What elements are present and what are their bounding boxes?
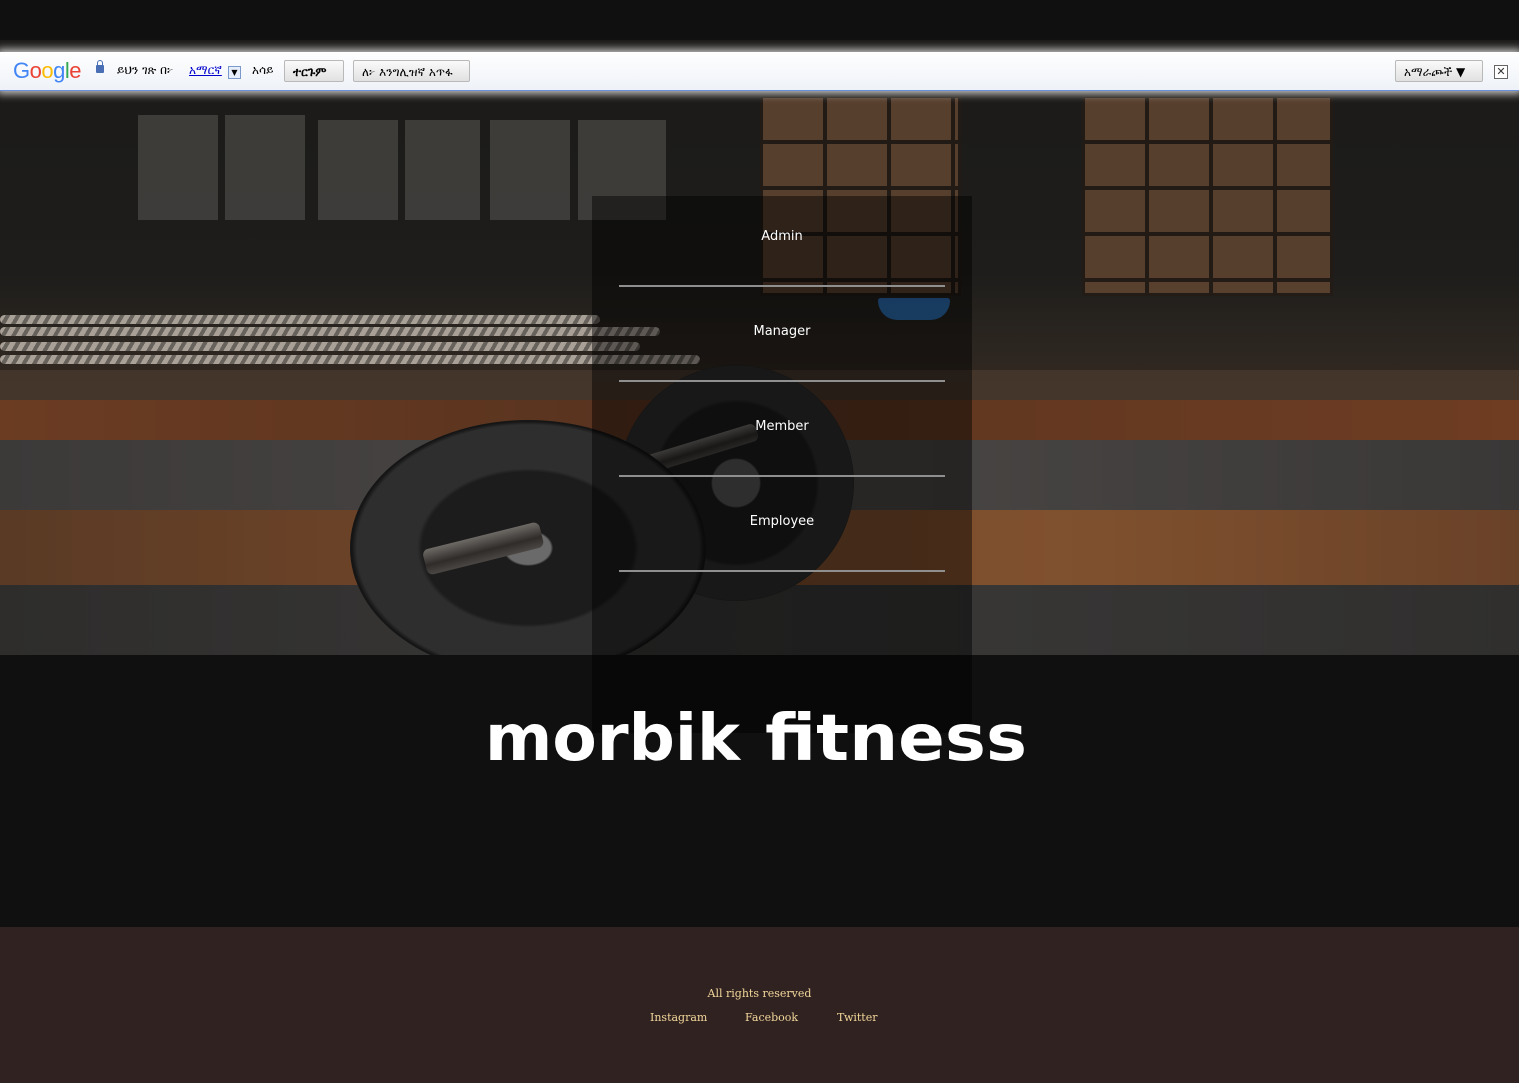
turn-off-button[interactable]: ለ፦ እንግሊዝኛ አጥፋ [353, 60, 470, 82]
role-member[interactable]: Member [619, 386, 945, 477]
wall-poster [138, 115, 218, 220]
brand-logo: morbik fitness [485, 702, 1027, 776]
battle-rope [0, 327, 660, 336]
google-logo-letter: e [69, 58, 82, 83]
page-language-label: ይህን ገጽ በ፦ [117, 63, 174, 77]
google-translate-bar: Google ይህን ገጽ በ፦ አማርኛ ▼ አሳይ ተርጉም ለ፦ እንግሊ… [0, 52, 1519, 91]
google-logo-letter: G [13, 58, 30, 83]
role-employee[interactable]: Employee [619, 481, 945, 572]
instagram-link[interactable]: Instagram [650, 1011, 707, 1024]
wall-poster [225, 115, 305, 220]
twitter-link[interactable]: Twitter [837, 1011, 878, 1024]
close-icon[interactable]: ✕ [1494, 65, 1508, 79]
google-logo-letter: o [41, 58, 54, 83]
wall-poster [405, 120, 480, 220]
show-original-label[interactable]: አሳይ [252, 63, 273, 78]
role-admin[interactable]: Admin [619, 196, 945, 287]
options-button[interactable]: አማራጮች ▼ [1395, 60, 1483, 82]
storage-shelf [1082, 95, 1333, 296]
wall-poster [318, 120, 398, 220]
role-label: Employee [749, 514, 815, 529]
role-label: Manager [753, 324, 811, 339]
brand-name-part2: fitness [765, 702, 1027, 776]
footer: All rights reserved Instagram Facebook T… [0, 927, 1519, 1083]
translate-button[interactable]: ተርጉም [284, 60, 344, 82]
battle-rope [0, 315, 600, 324]
role-manager[interactable]: Manager [619, 291, 945, 382]
brand-name-part1: morbik [485, 702, 741, 776]
role-label: Admin [761, 229, 803, 244]
role-label: Member [755, 419, 809, 434]
chevron-down-icon[interactable]: ▼ [228, 66, 241, 79]
google-logo: Google [13, 58, 82, 84]
wall-poster [490, 120, 570, 220]
google-logo-letter: o [29, 58, 42, 83]
source-language-link[interactable]: አማርኛ [189, 63, 222, 78]
copyright-text: All rights reserved [707, 987, 812, 1000]
google-logo-letter: g [53, 58, 65, 83]
facebook-link[interactable]: Facebook [745, 1011, 798, 1024]
battle-rope [0, 342, 640, 351]
lock-icon [96, 60, 104, 73]
